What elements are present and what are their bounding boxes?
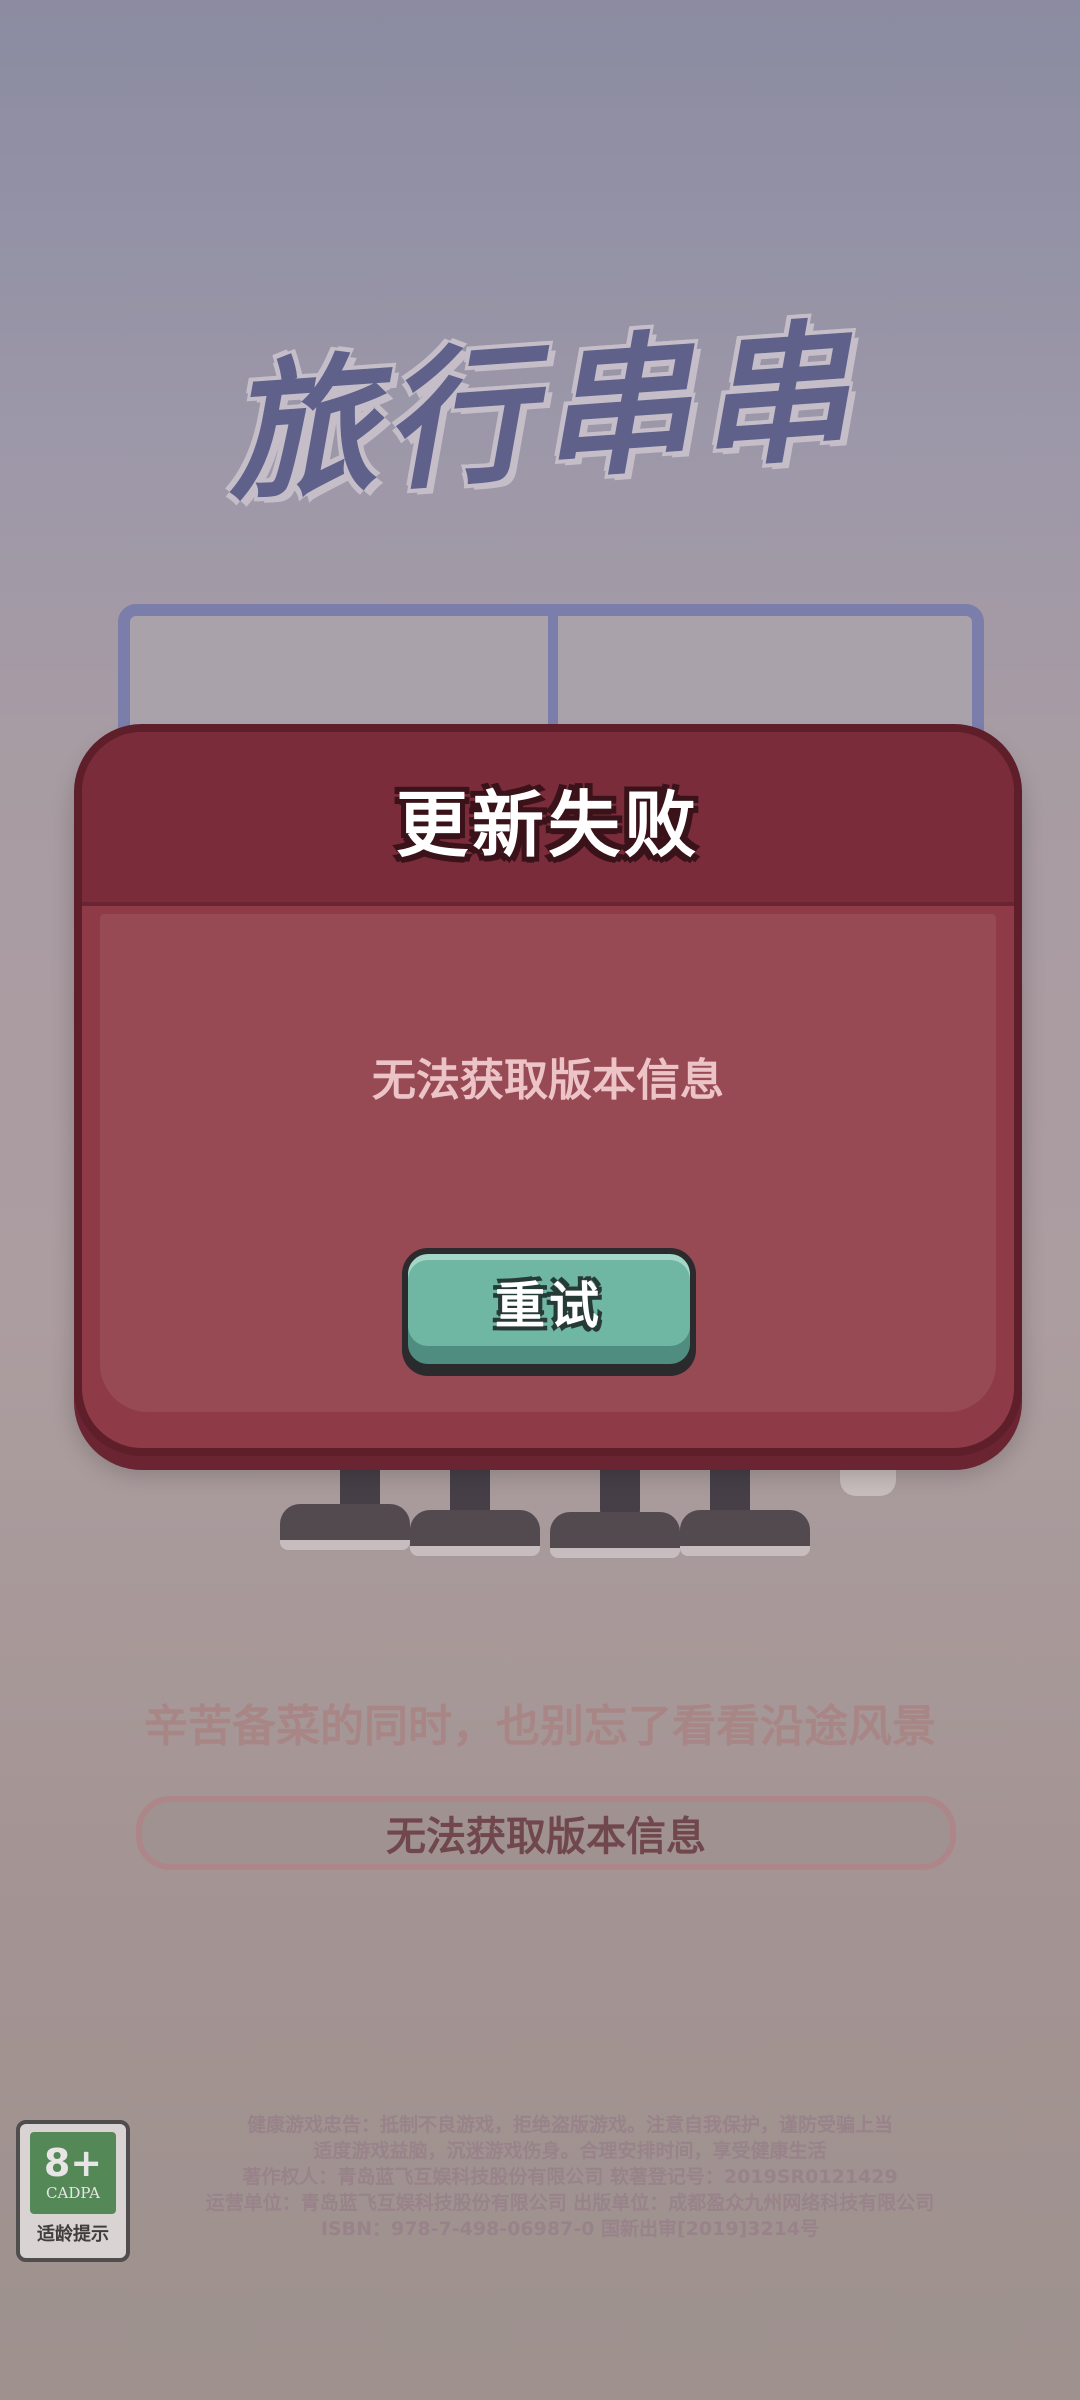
retry-button-label: 重试 [495, 1277, 603, 1335]
retry-button[interactable]: 重试 [402, 1248, 696, 1370]
update-failed-dialog: 更新失败 无法获取版本信息 重试 [74, 724, 1022, 1456]
dialog-title: 更新失败 [395, 783, 700, 867]
game-screen: 旅行串串 辛苦备菜的同时，也别忘了看看沿途风景 无法获取版本信息 8+ CADP… [0, 0, 1080, 2400]
dialog-message: 无法获取版本信息 [372, 1055, 724, 1106]
